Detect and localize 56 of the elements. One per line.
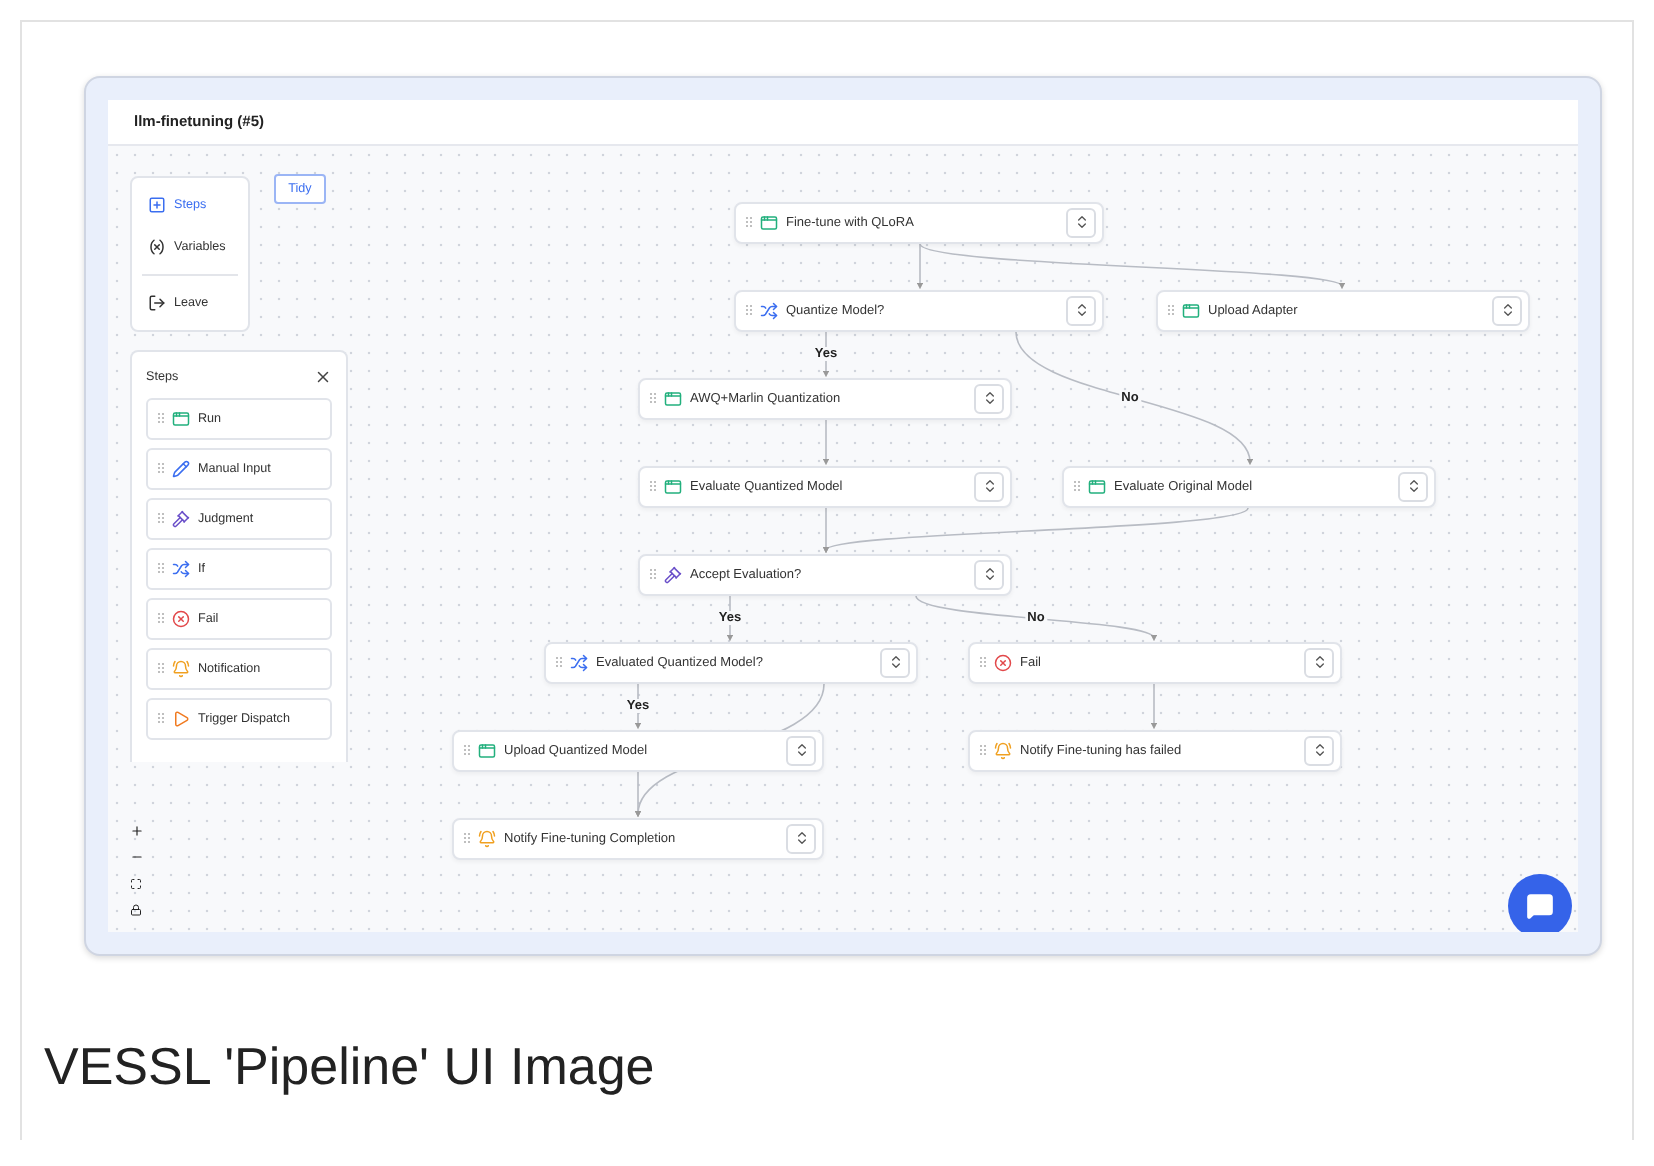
expand-toggle[interactable] [974, 471, 1004, 502]
steps-icon [148, 195, 166, 214]
chat-icon [1526, 891, 1554, 920]
expand-toggle[interactable] [786, 735, 816, 766]
chevrons-icon [1073, 302, 1089, 319]
window-icon [1182, 301, 1200, 320]
window-icon [172, 409, 190, 428]
window-icon [478, 741, 496, 760]
chevrons-icon [887, 654, 903, 671]
shuffle-icon [760, 301, 778, 320]
x-circle-icon [994, 653, 1012, 672]
expand-toggle[interactable] [880, 647, 910, 678]
expand-toggle[interactable] [1398, 471, 1428, 502]
expand-toggle[interactable] [786, 823, 816, 854]
close-icon[interactable] [314, 367, 332, 386]
shuffle-icon [172, 559, 190, 578]
gavel-icon [664, 565, 682, 584]
window-icon [664, 477, 682, 496]
chat-button[interactable] [1508, 873, 1572, 932]
chevrons-icon [1405, 478, 1421, 495]
expand-toggle[interactable] [1066, 295, 1096, 326]
chevrons-icon [1311, 654, 1327, 671]
expand-toggle[interactable] [1492, 295, 1522, 326]
window-icon [760, 213, 778, 232]
shuffle-icon [570, 653, 588, 672]
chevrons-icon [1499, 302, 1515, 319]
chevrons-icon [1073, 214, 1089, 231]
zoom-in-button[interactable] [126, 821, 146, 842]
chevrons-icon [981, 478, 997, 495]
chevrons-icon [1311, 742, 1327, 759]
lock-button[interactable] [126, 899, 146, 920]
chevrons-icon [793, 742, 809, 759]
x-circle-icon [172, 609, 190, 628]
expand-toggle[interactable] [1066, 207, 1096, 238]
window-icon [1088, 477, 1106, 496]
chevrons-icon [793, 830, 809, 847]
connector-arrow [1150, 683, 1158, 729]
leave-icon [148, 293, 166, 312]
gavel-icon [172, 509, 190, 528]
chevrons-icon [981, 390, 997, 407]
image-caption: VESSL 'Pipeline' UI Image [44, 1036, 657, 1098]
play-icon [172, 709, 190, 728]
connector-arrow [822, 418, 830, 465]
pencil-icon [172, 459, 190, 478]
window-icon [664, 389, 682, 408]
bell-icon [994, 741, 1012, 760]
chevrons-icon [981, 566, 997, 583]
lock-icon [130, 903, 142, 916]
bell-icon [172, 659, 190, 678]
variable-icon [148, 237, 166, 256]
expand-toggle[interactable] [974, 559, 1004, 590]
expand-toggle[interactable] [1304, 735, 1334, 766]
bell-icon [478, 829, 496, 848]
expand-toggle[interactable] [974, 383, 1004, 414]
plus-icon [129, 824, 143, 839]
expand-toggle[interactable] [1304, 647, 1334, 678]
